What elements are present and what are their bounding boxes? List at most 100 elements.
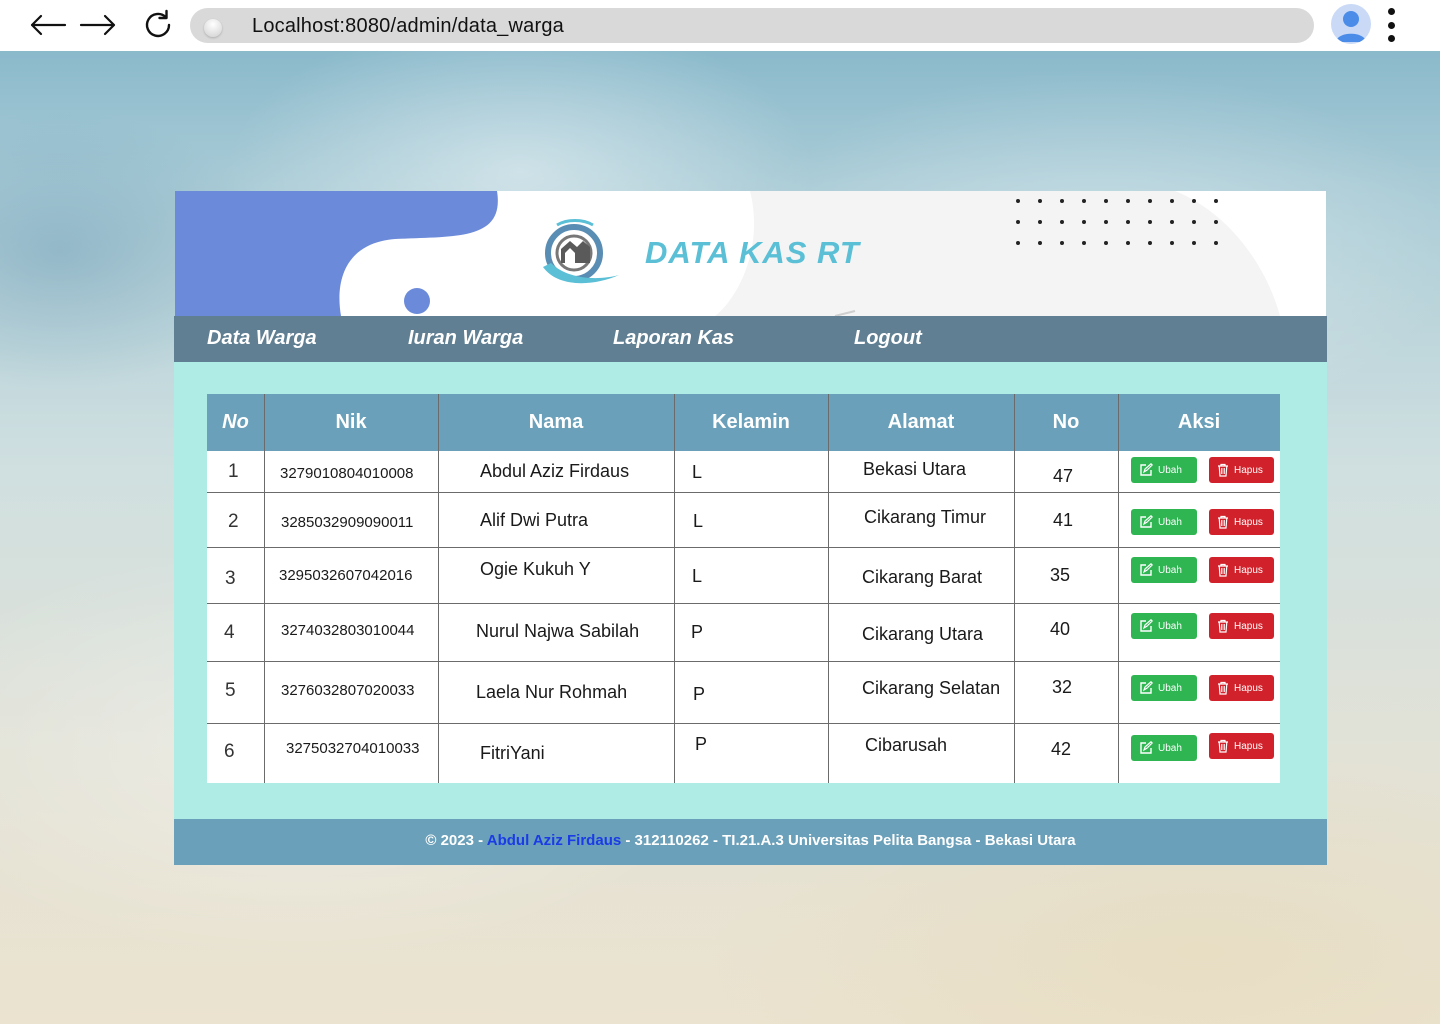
row-divider [207,723,1280,724]
edit-icon [1140,619,1153,632]
edit-button[interactable]: Ubah [1131,457,1197,483]
edit-button[interactable]: Ubah [1131,735,1197,761]
column-header-kelamin: Kelamin [712,411,790,433]
delete-button[interactable]: Hapus [1209,675,1274,701]
delete-button-label: Hapus [1234,682,1263,694]
edit-icon [1140,515,1153,528]
nav-laporan-kas[interactable]: Laporan Kas [613,327,734,350]
cell-nama: Abdul Aziz Firdaus [480,461,630,481]
reload-button[interactable] [138,6,178,44]
footer: © 2023 - Abdul Aziz Firdaus - 312110262 … [174,819,1327,865]
app-title: DATA KAS RT [645,235,860,270]
trash-icon [1218,681,1228,695]
cell-alamat: Cikarang Selatan [862,678,1001,698]
edit-icon [1140,741,1153,754]
edit-button[interactable]: Ubah [1131,675,1197,701]
cell-no: 4 [224,622,235,643]
cell-kelamin: L [692,566,703,586]
cell-kelamin: P [691,622,704,642]
cell-no-rumah: 35 [1050,565,1071,585]
row-divider [207,492,1280,493]
row-divider [207,661,1280,662]
edit-icon [1140,563,1153,576]
cell-no: 6 [224,741,235,762]
cell-nama: Nurul Najwa Sabilah [476,621,640,641]
cell-alamat: Cibarusah [865,735,948,755]
edit-button-label: Ubah [1158,620,1182,632]
edit-button-label: Ubah [1158,742,1182,754]
edit-button[interactable]: Ubah [1131,509,1197,535]
trash-icon [1218,515,1228,529]
edit-button-label: Ubah [1158,516,1182,528]
edit-button-label: Ubah [1158,464,1182,476]
trash-icon [1218,739,1228,753]
cell-kelamin: P [695,734,708,754]
footer-author: Abdul Aziz Firdaus [486,832,622,849]
edit-button[interactable]: Ubah [1131,557,1197,583]
delete-button[interactable]: Hapus [1209,733,1274,759]
delete-button-label: Hapus [1234,740,1263,752]
dot-pattern [1016,199,1218,245]
cell-nik: 3274032803010044 [281,622,415,639]
cell-nik: 3276032807020033 [281,682,415,699]
column-header-no-rumah: No [1052,411,1080,433]
cell-nama: Alif Dwi Putra [480,510,589,530]
url-text[interactable]: Localhost:8080/admin/data_warga [252,15,564,38]
delete-button[interactable]: Hapus [1209,557,1274,583]
cell-kelamin: L [693,511,704,531]
cell-no-rumah: 41 [1053,510,1074,530]
cell-alamat: Bekasi Utara [863,459,967,479]
content-area: No Nik Nama Kelamin Alamat No Aksi 1 327… [174,362,1327,819]
edit-button[interactable]: Ubah [1131,613,1197,639]
cell-no: 2 [228,511,239,532]
nav-data-warga[interactable]: Data Warga [207,327,317,350]
trash-icon [1218,463,1228,477]
trash-icon [1218,619,1228,633]
cell-alamat: Cikarang Barat [862,567,983,587]
delete-button[interactable]: Hapus [1209,613,1274,639]
back-button[interactable] [28,6,68,44]
cell-no: 1 [228,461,239,482]
delete-button[interactable]: Hapus [1209,457,1274,483]
column-divider [1118,394,1119,783]
cell-kelamin: P [693,684,706,704]
column-divider [264,394,265,783]
edit-icon [1140,681,1153,694]
nav-logout[interactable]: Logout [854,327,922,350]
cell-nama: Laela Nur Rohmah [476,682,628,702]
cell-kelamin: L [692,462,703,482]
delete-button-label: Hapus [1234,464,1263,476]
app-container: DATA KAS RT Data Warga Iuran Warga Lapor… [174,191,1327,865]
site-info-icon[interactable] [204,19,222,37]
profile-button[interactable] [1331,4,1371,44]
cell-nik: 3279010804010008 [280,465,414,482]
column-header-no: No [222,411,249,433]
app-header: DATA KAS RT [175,191,1326,316]
table-body: 1 3279010804010008 Abdul Aziz Firdaus L … [207,451,1280,783]
column-divider [438,394,439,783]
cell-nama: Ogie Kukuh Y [480,559,591,579]
footer-suffix: - 312110262 - TI.21.A.3 Universitas Peli… [621,832,1076,849]
cell-alamat: Cikarang Timur [864,507,987,527]
delete-button[interactable]: Hapus [1209,509,1274,535]
more-vertical-icon[interactable] [1380,8,1402,42]
main-nav: Data Warga Iuran Warga Laporan Kas Logou… [174,316,1327,362]
column-divider [674,394,675,783]
column-divider [1014,394,1015,783]
edit-button-label: Ubah [1158,564,1182,576]
cell-no-rumah: 40 [1050,619,1071,639]
cell-nik: 3285032909090011 [281,514,414,531]
nav-iuran-warga[interactable]: Iuran Warga [408,327,523,350]
arrow-left-icon [30,14,67,36]
column-divider [828,394,829,783]
footer-prefix: © 2023 - [425,832,487,849]
browser-toolbar: Localhost:8080/admin/data_warga [0,0,1440,51]
address-bar[interactable]: Localhost:8080/admin/data_warga [190,8,1314,43]
forward-button[interactable] [78,6,118,44]
trash-icon [1218,563,1228,577]
delete-button-label: Hapus [1234,516,1263,528]
cell-no: 5 [225,680,236,701]
cell-no-rumah: 47 [1053,466,1074,486]
user-avatar-icon [1336,11,1366,42]
column-header-alamat: Alamat [887,411,955,433]
